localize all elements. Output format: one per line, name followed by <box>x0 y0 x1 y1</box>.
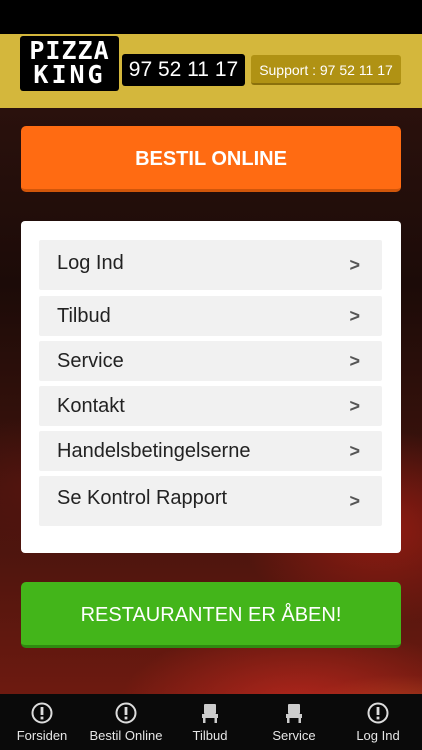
menu-item-handelsbetingelserne[interactable]: Handelsbetingelserne > <box>39 431 382 471</box>
pizza-king-logo[interactable]: PIZZA KING <box>20 36 119 91</box>
chevron-right-icon: > <box>349 396 360 416</box>
menu-item-service[interactable]: Service > <box>39 341 382 381</box>
restaurant-open-status[interactable]: RESTAURANTEN ER ÅBEN! <box>21 582 401 648</box>
menu-item-label: Se Kontrol Rapport <box>57 487 228 509</box>
tab-tilbud[interactable]: Tilbud <box>168 694 252 750</box>
menu-item-label: Log Ind <box>57 252 124 274</box>
info-icon <box>115 702 137 724</box>
order-online-button[interactable]: BESTIL ONLINE <box>21 126 401 192</box>
tab-label: Service <box>272 728 316 743</box>
chevron-right-icon: > <box>349 306 360 326</box>
menu-item-kontakt[interactable]: Kontakt > <box>39 386 382 426</box>
tab-label: Tilbud <box>192 728 228 743</box>
header: PIZZA KING 97 52 11 17 Support : 97 52 1… <box>0 34 422 108</box>
bottom-tab-bar: Forsiden Bestil Online Tilbud Service Lo… <box>0 694 422 750</box>
chevron-right-icon: > <box>349 491 360 511</box>
tab-label: Forsiden <box>16 728 68 743</box>
tab-service[interactable]: Service <box>252 694 336 750</box>
chair-icon <box>202 704 218 723</box>
tab-label: Log Ind <box>356 728 400 743</box>
info-icon <box>31 702 53 724</box>
menu-item-log-ind[interactable]: Log Ind > <box>39 240 382 290</box>
info-icon <box>367 702 389 724</box>
chair-icon <box>286 704 302 723</box>
phone-number[interactable]: 97 52 11 17 <box>122 54 245 86</box>
menu-card: Log Ind > Tilbud > Service > Kontakt > H… <box>21 221 401 553</box>
menu-item-label: Tilbud <box>57 305 111 327</box>
tab-log-ind[interactable]: Log Ind <box>336 694 420 750</box>
status-bar <box>0 0 422 34</box>
menu-item-tilbud[interactable]: Tilbud > <box>39 296 382 336</box>
tab-forsiden[interactable]: Forsiden <box>0 694 84 750</box>
menu-item-label: Service <box>57 350 124 372</box>
menu-item-label: Kontakt <box>57 395 125 417</box>
chevron-right-icon: > <box>349 255 360 275</box>
support-button[interactable]: Support : 97 52 11 17 <box>251 55 401 85</box>
chevron-right-icon: > <box>349 351 360 371</box>
menu-item-label: Handelsbetingelserne <box>57 440 251 462</box>
menu-item-kontrol-rapport[interactable]: Se Kontrol Rapport > <box>39 476 382 526</box>
logo-line-2: KING <box>33 60 106 89</box>
tab-bestil-online[interactable]: Bestil Online <box>84 694 168 750</box>
tab-label: Bestil Online <box>89 728 163 743</box>
chevron-right-icon: > <box>349 441 360 461</box>
